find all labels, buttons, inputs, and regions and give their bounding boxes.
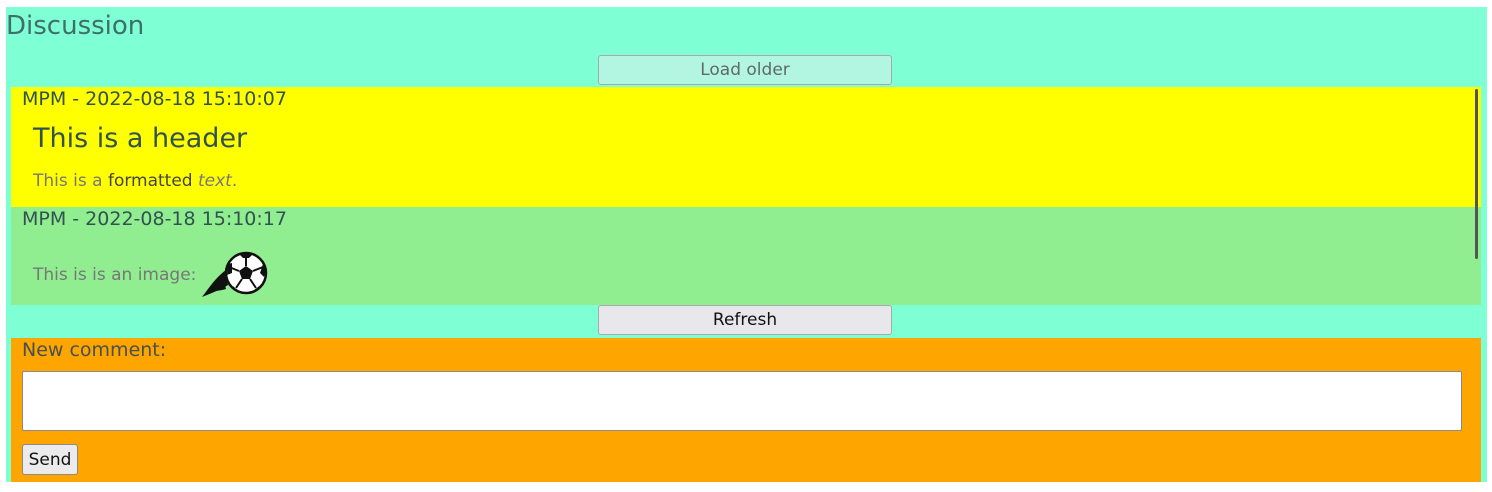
new-comment-form: New comment: Send — [11, 338, 1481, 482]
message-item: MPM - 2022-08-18 15:10:07 This is a head… — [11, 87, 1481, 207]
message-text-suffix: . — [231, 171, 238, 191]
message-item: MPM - 2022-08-18 15:10:17 This is is an … — [11, 207, 1481, 305]
send-button[interactable]: Send — [22, 444, 78, 475]
soccer-ball-icon — [200, 247, 270, 303]
message-text: This is a formatted text. — [33, 170, 237, 192]
message-list[interactable]: MPM - 2022-08-18 15:10:07 This is a head… — [11, 87, 1481, 305]
message-list-scrollbar[interactable] — [1475, 89, 1478, 259]
new-comment-label: New comment: — [22, 339, 167, 361]
discussion-panel: Discussion Load older MPM - 2022-08-18 1… — [6, 7, 1487, 482]
message-meta: MPM - 2022-08-18 15:10:07 — [22, 88, 287, 110]
message-image-line: This is is an image: — [33, 247, 270, 303]
message-meta: MPM - 2022-08-18 15:10:17 — [22, 208, 287, 230]
refresh-button[interactable]: Refresh — [598, 305, 892, 335]
page-title: Discussion — [6, 11, 145, 41]
message-header: This is a header — [33, 123, 248, 154]
message-text-prefix: This is a — [33, 171, 108, 191]
message-text: This is is an image: — [33, 265, 197, 285]
load-older-button[interactable]: Load older — [598, 55, 892, 85]
new-comment-input[interactable] — [22, 371, 1462, 431]
message-text-italic: text — [198, 171, 232, 191]
message-text-bold: formatted — [107, 171, 193, 191]
